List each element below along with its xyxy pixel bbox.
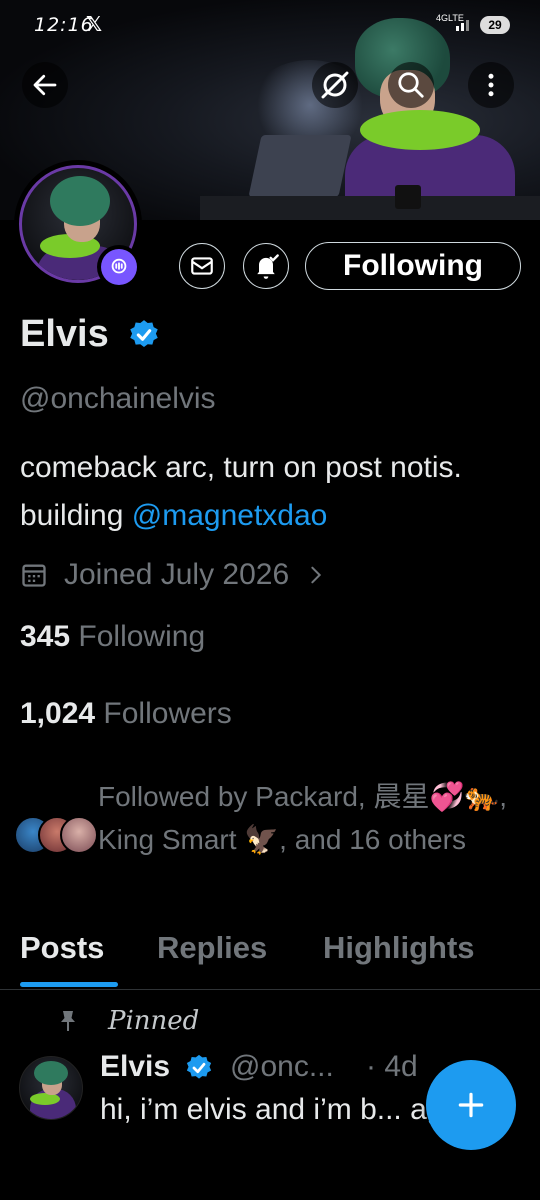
signal-icon — [456, 20, 469, 31]
battery-indicator: 29 — [480, 16, 510, 34]
following-label: Following — [78, 620, 206, 653]
tab-highlights[interactable]: Highlights — [323, 930, 475, 966]
post-verified-badge-icon — [186, 1054, 212, 1079]
post-avatar-hair — [34, 1061, 68, 1085]
post-author-handle[interactable]: @onc... — [230, 1050, 334, 1084]
compose-post-button[interactable] — [426, 1060, 516, 1150]
calendar-icon — [22, 564, 46, 587]
back-button[interactable] — [22, 62, 68, 108]
chevron-right-icon — [311, 566, 322, 584]
active-tab-indicator — [20, 982, 118, 987]
profile-tabs: Posts Replies Highlights — [0, 930, 540, 987]
followers-count: 1,024 — [20, 697, 96, 730]
pin-icon — [61, 1011, 75, 1031]
followers-label: Followers — [103, 697, 232, 730]
grok-icon — [321, 71, 349, 99]
profile-bio: comeback arc, turn on post notis. buildi… — [20, 444, 520, 540]
profile-name: Elvis — [20, 313, 109, 355]
status-bar: 12:16 𝕏 4GLTE 29 — [0, 0, 540, 40]
tab-replies[interactable]: Replies — [157, 930, 267, 966]
followed-by-text[interactable]: Followed by Packard, 晨星💞🐅, King Smart 🦅,… — [98, 775, 518, 861]
banner-laptop — [248, 135, 352, 197]
x-app-icon: 𝕏 — [86, 14, 103, 36]
post-author-avatar[interactable] — [19, 1056, 83, 1120]
banner-mug — [395, 185, 421, 209]
microphone-icon — [111, 258, 127, 274]
pinned-indicator: Pinned — [58, 1006, 199, 1036]
follower-avatar-3 — [60, 816, 98, 854]
bio-mention-link[interactable]: @magnetxdao — [132, 499, 328, 532]
tab-posts[interactable]: Posts — [20, 930, 104, 966]
banner-character-hood — [360, 110, 480, 150]
bell-check-icon — [257, 254, 279, 279]
avatar-hair — [50, 176, 110, 226]
search-icon — [398, 72, 424, 98]
following-count: 345 — [20, 620, 71, 653]
plus-icon — [458, 1092, 484, 1118]
message-button[interactable] — [179, 243, 225, 289]
search-button[interactable] — [388, 62, 434, 108]
banner-desk — [200, 196, 540, 220]
notify-button[interactable] — [243, 243, 289, 289]
post-avatar-hood — [30, 1093, 60, 1105]
status-time: 12:16 — [34, 14, 94, 36]
mail-icon — [191, 257, 213, 275]
tabs-divider — [0, 989, 540, 990]
profile-handle: @onchainelvis — [20, 382, 216, 415]
more-vertical-icon — [488, 73, 494, 97]
arrow-left-icon — [33, 74, 57, 96]
grok-button[interactable] — [312, 62, 358, 108]
joined-date: Joined July 2026 — [64, 558, 290, 591]
followers-stat[interactable]: 1,024 Followers — [20, 697, 232, 731]
post-timestamp: · 4d — [366, 1050, 418, 1083]
joined-row[interactable]: Joined July 2026 — [20, 558, 327, 592]
following-button[interactable]: Following — [305, 242, 521, 290]
spaces-badge[interactable] — [97, 245, 141, 289]
pinned-label: Pinned — [108, 1006, 200, 1036]
more-button[interactable] — [468, 62, 514, 108]
post-author-name[interactable]: Elvis — [100, 1050, 170, 1084]
verified-badge-icon[interactable] — [127, 318, 161, 352]
following-stat[interactable]: 345 Following — [20, 620, 205, 654]
spaces-badge-inner — [101, 249, 137, 285]
